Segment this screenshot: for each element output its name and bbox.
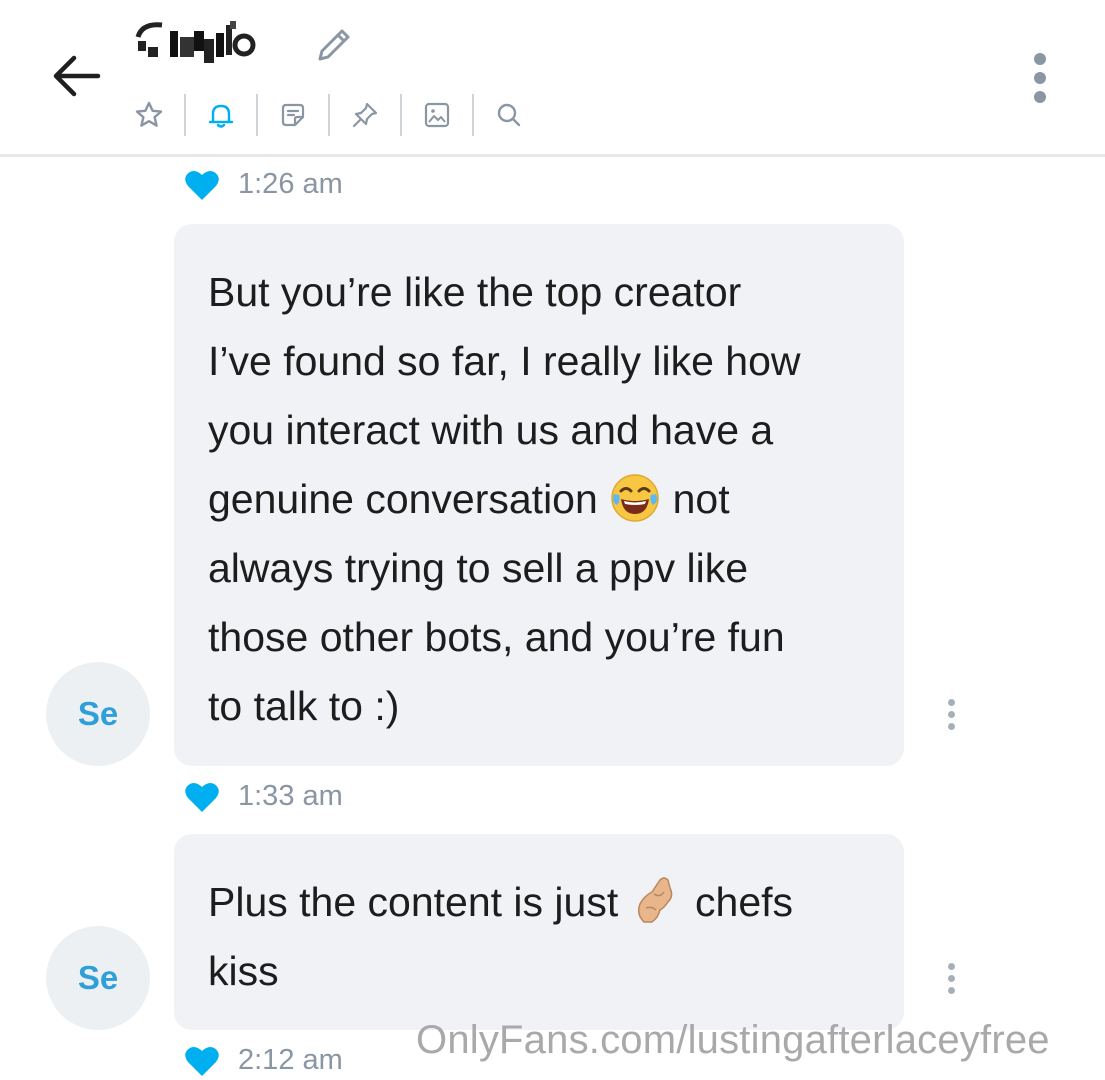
message-meta: 1:33 am: [184, 780, 343, 813]
watermark: OnlyFans.com/lustingafterlaceyfree: [416, 1018, 1050, 1062]
message-line: I’ve found so far, I really like how: [208, 338, 801, 384]
edit-name-button[interactable]: [312, 23, 356, 67]
search-icon: [497, 103, 521, 127]
message-meta: 2:12 am: [184, 1044, 343, 1077]
header-divider: [0, 154, 1105, 157]
search-button[interactable]: [488, 94, 530, 136]
toolbar-divider: [472, 94, 474, 136]
message-meta: 1:26 am: [184, 168, 343, 201]
toolbar-divider: [400, 94, 402, 136]
more-options-button[interactable]: [1018, 46, 1062, 110]
image-icon: [424, 102, 450, 128]
message-bubble[interactable]: But you’re like the top creator I’ve fou…: [174, 224, 904, 766]
more-dot: [1034, 53, 1046, 65]
tears-of-joy-emoji-icon: [611, 474, 659, 522]
message-text: genuine conversation: [208, 476, 598, 522]
option-dot: [947, 698, 955, 706]
pinched-fingers-emoji-icon: [637, 877, 672, 923]
message-options-button[interactable]: [936, 956, 966, 1000]
option-dot: [947, 974, 955, 982]
note-icon: [281, 103, 305, 127]
message-time: 1:33 am: [238, 780, 343, 812]
message-line-with-emoji: genuine conversation not: [208, 465, 876, 534]
more-dot: [1034, 91, 1046, 103]
message-options-button[interactable]: [936, 692, 966, 736]
back-button[interactable]: [44, 48, 108, 104]
toolbar-divider: [184, 94, 186, 136]
message-bubble[interactable]: Plus the content is just chefs kiss: [174, 834, 904, 1030]
pinned-button[interactable]: [344, 94, 386, 136]
avatar[interactable]: Se: [46, 926, 150, 1030]
toolbar-divider: [328, 94, 330, 136]
star-icon: [135, 101, 163, 127]
message-text: Plus the content is just: [208, 879, 619, 925]
arrow-left-icon: [53, 55, 101, 97]
message-text: chefs: [695, 879, 794, 925]
message-time: 2:12 am: [238, 1044, 343, 1076]
pencil-icon: [318, 29, 350, 61]
option-dot: [947, 986, 955, 994]
toolbar-divider: [256, 94, 258, 136]
more-dot: [1034, 72, 1046, 84]
avatar[interactable]: Se: [46, 662, 150, 766]
pin-icon: [352, 102, 378, 128]
message-line: kiss: [208, 948, 279, 994]
media-button[interactable]: [416, 94, 458, 136]
option-dot: [947, 722, 955, 730]
heart-icon[interactable]: [184, 781, 220, 813]
message-line: those other bots, and you’re fun: [208, 614, 785, 660]
message-time: 1:26 am: [238, 168, 343, 200]
chat-screen: 1:26 am But you’re like the top creator …: [0, 0, 1105, 1080]
redacted-username: [132, 21, 292, 65]
message-line: to talk to :): [208, 683, 400, 729]
notes-button[interactable]: [272, 94, 314, 136]
option-dot: [947, 710, 955, 718]
message-line: But you’re like the top creator: [208, 269, 742, 315]
bell-icon: [208, 104, 234, 128]
option-dot: [947, 962, 955, 970]
message-text: not: [672, 476, 730, 522]
message-line-with-emoji: Plus the content is just chefs: [208, 868, 876, 937]
favorite-button[interactable]: [128, 94, 170, 136]
heart-icon[interactable]: [184, 169, 220, 201]
message-line: you interact with us and have a: [208, 407, 774, 453]
chat-toolbar: [128, 92, 530, 138]
notifications-button[interactable]: [200, 94, 242, 136]
message-line: always trying to sell a ppv like: [208, 545, 749, 591]
chat-title: [132, 18, 356, 72]
heart-icon[interactable]: [184, 1045, 220, 1077]
